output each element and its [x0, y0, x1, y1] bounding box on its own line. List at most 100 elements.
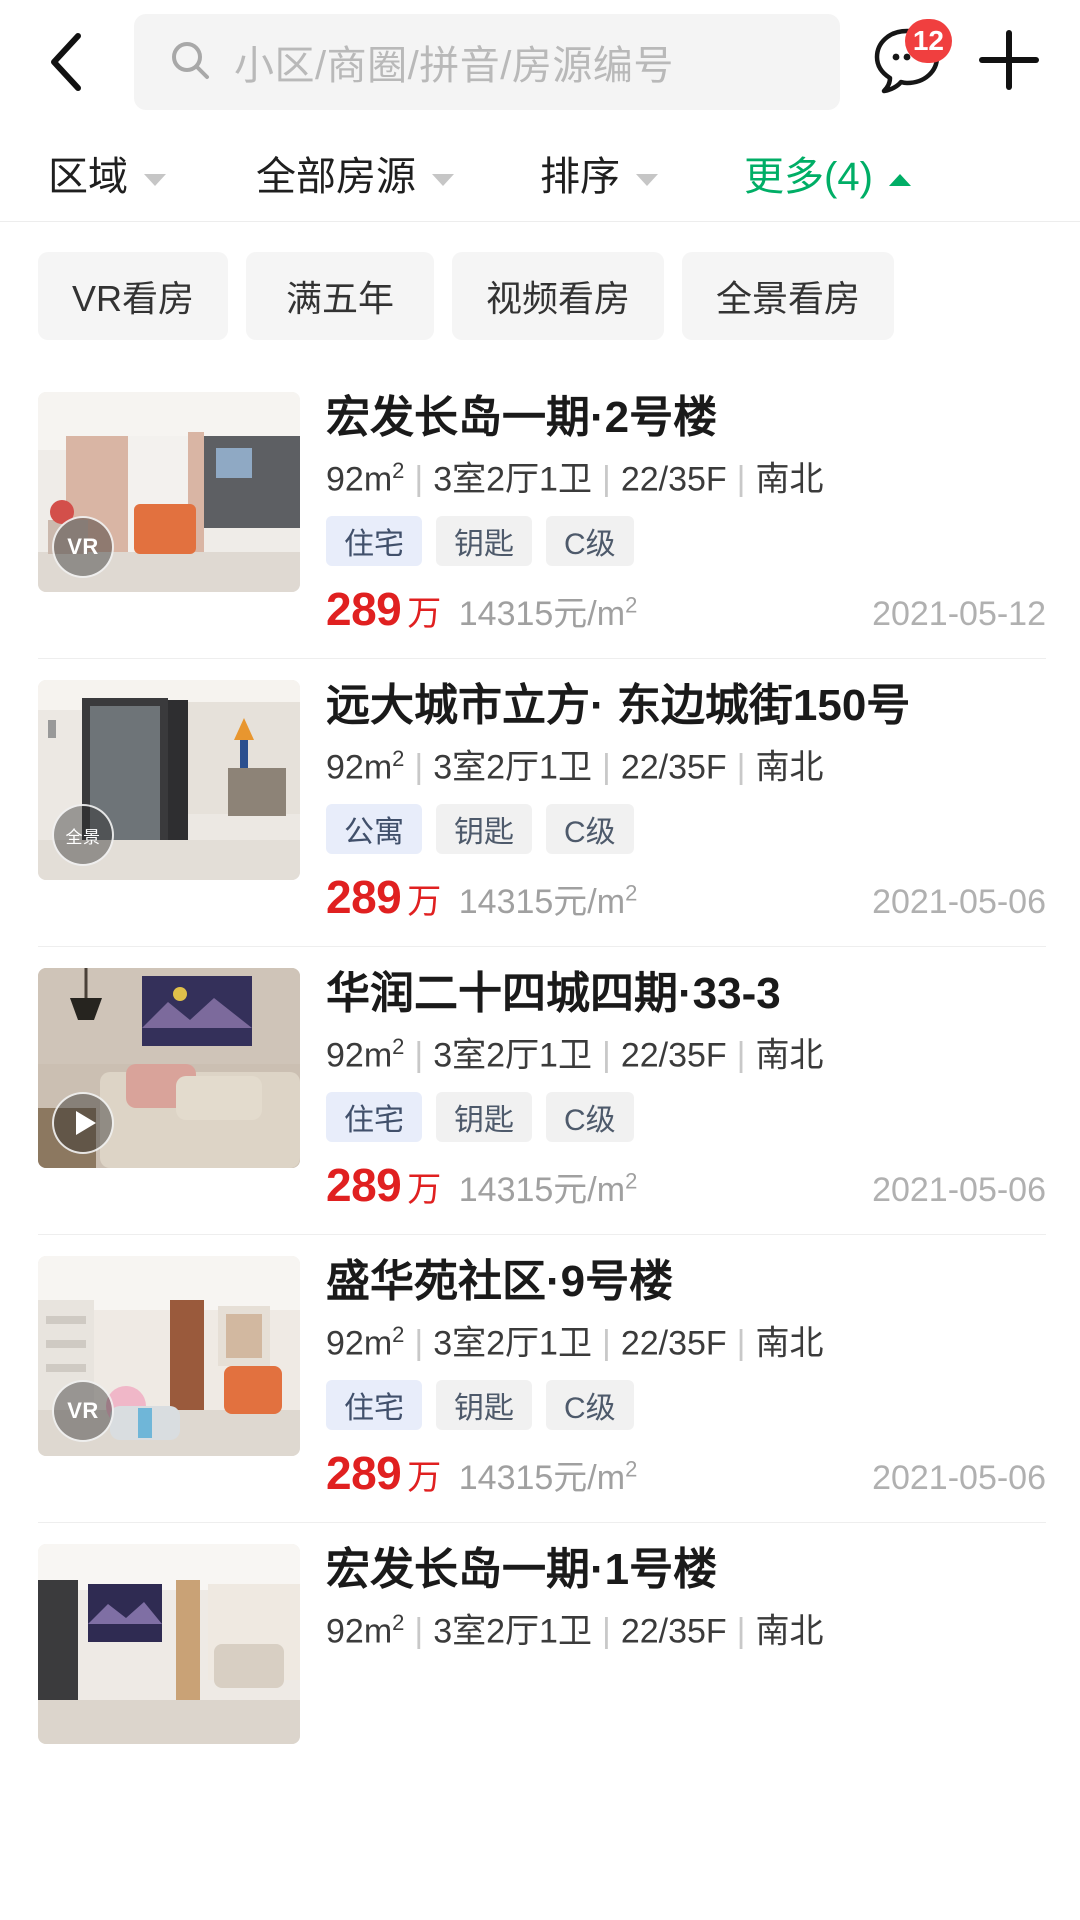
search-input[interactable]: 小区/商圈/拼音/房源编号: [234, 33, 674, 91]
listing-orientation: 南北: [755, 460, 824, 499]
listing-area: 92m: [326, 1324, 393, 1363]
tag-type: 住宅: [326, 1092, 422, 1143]
listing-card[interactable]: 华润二十四城四期·33-3 92m2 | 3室2厅1卫 | 22/35F | 南北 住宅 钥…: [0, 946, 1080, 1234]
listing-orientation: 南北: [755, 1036, 824, 1075]
listing-floor: 22/35F: [620, 748, 727, 787]
chip-vr[interactable]: VR看房: [38, 252, 229, 340]
listing-price-row: 289 万 14315元/m2 2021-05-06: [326, 1446, 1046, 1500]
tag-type: 住宅: [326, 516, 422, 567]
play-badge[interactable]: [52, 1092, 114, 1155]
vr-badge[interactable]: VR: [52, 516, 114, 578]
plus-icon: [974, 25, 1044, 100]
listing-unit-price: 14315元/m2: [458, 1456, 638, 1498]
listing-date: 2021-05-06: [872, 883, 1046, 922]
filter-all-listings-label: 全部房源: [256, 154, 416, 199]
search-bar[interactable]: 小区/商圈/拼音/房源编号: [134, 14, 840, 110]
listing-thumbnail[interactable]: [38, 1544, 300, 1745]
listing-thumbnail[interactable]: 全景: [38, 680, 300, 881]
listing-total-price: 289 万: [326, 1447, 441, 1500]
listing-card[interactable]: 宏发长岛一期·1号楼 92m2 | 3室2厅1卫 | 22/35F | 南北: [0, 1522, 1080, 1766]
tag-grade: C级: [546, 1380, 634, 1431]
listing-price-row: 289 万 14315元/m2 2021-05-12: [326, 582, 1046, 636]
listing-unit-price: 14315元/m2: [458, 880, 638, 922]
listing-floor: 22/35F: [620, 1612, 727, 1651]
chevron-up-icon: [888, 173, 911, 186]
filter-all-listings[interactable]: 全部房源: [256, 144, 454, 202]
price-unit-word: 万: [407, 1171, 441, 1210]
chevron-down-icon: [144, 173, 166, 186]
listing-list: VR 宏发长岛一期·2号楼 92m2 | 3室2厅1卫 | 22/35F | 南北 住宅 钥…: [0, 370, 1080, 1767]
price-unit-word: 万: [407, 1459, 441, 1498]
listing-card[interactable]: VR 盛华苑社区·9号楼 92m2 | 3室2厅1卫 | 22/35F | 南北 住宅 钥匙…: [0, 1234, 1080, 1522]
listing-title: 宏发长岛一期·1号楼: [326, 1545, 718, 1595]
filter-more[interactable]: 更多(4): [744, 144, 911, 202]
filter-sort-label: 排序: [540, 154, 620, 199]
listing-info: 远大城市立方· 东边城街150号 92m2 | 3室2厅1卫 | 22/35F | 南北 公…: [326, 680, 1046, 924]
listing-card[interactable]: VR 宏发长岛一期·2号楼 92m2 | 3室2厅1卫 | 22/35F | 南北 住宅 钥…: [0, 370, 1080, 658]
messages-button[interactable]: 12: [868, 19, 952, 101]
listing-date: 2021-05-12: [872, 595, 1046, 634]
listing-total-price: 289 万: [326, 871, 441, 924]
listing-orientation: 南北: [755, 748, 824, 787]
filter-sort[interactable]: 排序: [540, 144, 658, 202]
chip-five-years[interactable]: 满五年: [246, 252, 435, 340]
listing-unit-price: 14315元/m2: [458, 592, 638, 634]
listing-title: 华润二十四城四期·33-3: [326, 969, 781, 1019]
listing-tags: 公寓 钥匙 C级: [326, 804, 1046, 855]
filter-region-label: 区域: [48, 154, 128, 199]
tag-type: 公寓: [326, 804, 422, 855]
listing-info: 宏发长岛一期·1号楼 92m2 | 3室2厅1卫 | 22/35F | 南北: [326, 1544, 1046, 1744]
listing-unit-price: 14315元/m2: [458, 1168, 638, 1210]
chevron-down-icon: [636, 173, 658, 186]
room-photo: [38, 1544, 300, 1745]
listing-meta: 92m2 | 3室2厅1卫 | 22/35F | 南北: [326, 457, 824, 499]
price-unit-word: 万: [407, 883, 441, 922]
chevron-down-icon: [432, 173, 454, 186]
panorama-badge[interactable]: 全景: [52, 804, 114, 867]
play-icon: [76, 1111, 96, 1136]
listing-info: 盛华苑社区·9号楼 92m2 | 3室2厅1卫 | 22/35F | 南北 住宅 钥匙 C级…: [326, 1256, 1046, 1500]
listing-date: 2021-05-06: [872, 1171, 1046, 1210]
listing-meta: 92m2 | 3室2厅1卫 | 22/35F | 南北: [326, 1322, 824, 1363]
listing-info: 宏发长岛一期·2号楼 92m2 | 3室2厅1卫 | 22/35F | 南北 住宅 钥匙 C…: [326, 392, 1046, 636]
tag-key: 钥匙: [436, 1380, 532, 1431]
listing-thumbnail[interactable]: VR: [38, 392, 300, 592]
listing-thumbnail[interactable]: VR: [38, 1256, 300, 1457]
message-count-badge: 12: [904, 19, 952, 63]
listing-rooms: 3室2厅1卫: [433, 460, 592, 499]
tag-grade: C级: [546, 804, 634, 855]
listing-total-price: 289 万: [326, 583, 441, 636]
listing-title: 宏发长岛一期·2号楼: [326, 393, 718, 442]
listing-thumbnail[interactable]: [38, 968, 300, 1169]
price-unit-word: 万: [407, 595, 441, 634]
listing-rooms: 3室2厅1卫: [433, 748, 592, 787]
vr-badge[interactable]: VR: [52, 1380, 114, 1443]
filter-region[interactable]: 区域: [48, 144, 166, 202]
filter-bar: 区域 全部房源 排序 更多(4): [0, 124, 1080, 222]
listing-area: 92m: [326, 1612, 393, 1651]
chip-panorama[interactable]: 全景看房: [682, 252, 895, 340]
listing-rooms: 3室2厅1卫: [433, 1612, 592, 1651]
add-button[interactable]: [972, 25, 1046, 99]
listing-tags: 住宅 钥匙 C级: [326, 516, 1046, 567]
tag-type: 住宅: [326, 1380, 422, 1431]
listing-floor: 22/35F: [620, 1324, 727, 1363]
listing-card[interactable]: 全景 远大城市立方· 东边城街150号 92m2 | 3室2厅1卫 | 22/35F | 南…: [0, 658, 1080, 946]
listing-title: 远大城市立方· 东边城街150号: [326, 681, 911, 731]
listing-floor: 22/35F: [620, 1036, 727, 1075]
chevron-left-icon: [46, 30, 86, 94]
area-superscript: 2: [392, 745, 405, 771]
chip-video[interactable]: 视频看房: [452, 252, 665, 340]
listing-floor: 22/35F: [620, 460, 727, 499]
tag-key: 钥匙: [436, 516, 532, 567]
area-superscript: 2: [392, 1322, 405, 1347]
search-icon: [168, 38, 212, 87]
quick-filter-chips: VR看房 满五年 视频看房 全景看房: [0, 222, 1080, 370]
listing-tags: 住宅 钥匙 C级: [326, 1092, 1046, 1143]
listing-price-row: 289 万 14315元/m2 2021-05-06: [326, 870, 1046, 924]
listing-meta: 92m2 | 3室2厅1卫 | 22/35F | 南北: [326, 1033, 824, 1075]
listing-rooms: 3室2厅1卫: [433, 1036, 592, 1075]
listing-title: 盛华苑社区·9号楼: [326, 1257, 674, 1307]
listing-date: 2021-05-06: [872, 1459, 1046, 1498]
back-button[interactable]: [34, 30, 98, 94]
